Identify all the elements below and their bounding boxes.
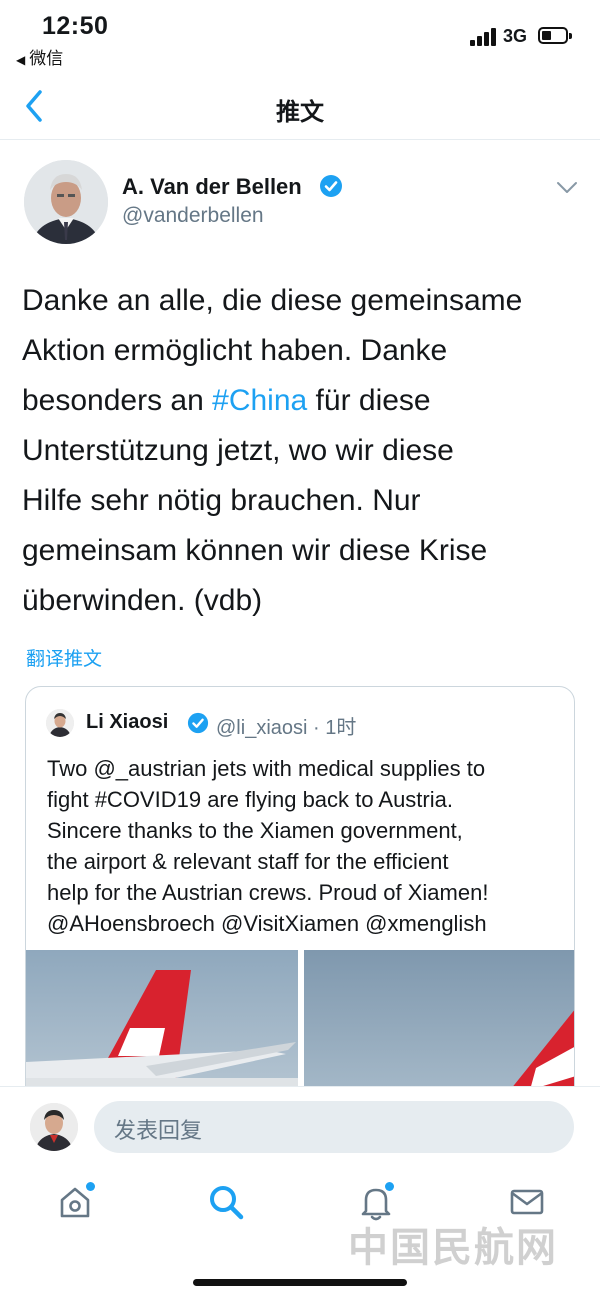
quoted-line: Two @_austrian jets with medical supplie… <box>47 756 486 781</box>
watermark: 中国民航网 <box>348 1226 558 1270</box>
navigation-bar: 推文 <box>0 72 600 140</box>
quoted-handle-time: @li_xiaosi · 1时 <box>216 717 357 739</box>
tweet-line: Unterstützung jetzt, wo wir diese <box>22 434 454 467</box>
search-icon <box>210 1186 244 1220</box>
author-name[interactable]: A. Van der Bellen <box>122 174 302 200</box>
back-triangle-icon: ◀ <box>16 53 26 67</box>
quoted-author-avatar <box>46 709 74 737</box>
notifications-dot <box>385 1182 394 1191</box>
tweet-text: Danke an alle, die diese gemeinsame Akti… <box>22 276 582 626</box>
tweet-line: Aktion ermöglicht haben. Danke <box>22 334 448 367</box>
signal-icon <box>470 28 498 46</box>
quoted-photo-aircraft-tail-1[interactable] <box>26 950 298 1105</box>
back-app-label: 微信 <box>29 49 64 68</box>
home-indicator <box>193 1279 407 1286</box>
quoted-tweet-text: Two @_austrian jets with medical supplie… <box>47 753 567 939</box>
quoted-line: help for the Austrian crews. Proud of Xi… <box>47 880 489 905</box>
quoted-tweet-card[interactable]: Li Xiaosi @li_xiaosi · 1时 Two @_austrian… <box>25 686 575 1106</box>
quoted-photo-aircraft-tail-2[interactable] <box>304 950 574 1105</box>
translate-tweet-link[interactable]: 翻译推文 <box>26 644 102 671</box>
user-avatar <box>30 1103 78 1151</box>
quoted-line: fight #COVID19 are flying back to Austri… <box>47 787 453 812</box>
tweet-line: Danke an alle, die diese gemeinsame <box>22 284 523 317</box>
hashtag-link[interactable]: #China <box>212 384 307 417</box>
tab-home[interactable] <box>53 1180 97 1224</box>
status-bar: 12:50 ◀ 微信 3G <box>0 0 600 72</box>
tweet-line: gemeinsam können wir diese Krise <box>22 534 488 567</box>
home-notification-dot <box>86 1182 95 1191</box>
status-time: 12:50 <box>42 12 109 40</box>
tweet-line: besonders an #China für diese <box>22 384 431 417</box>
chevron-down-icon[interactable] <box>556 180 578 196</box>
reply-bar: 发表回复 <box>0 1086 600 1168</box>
quoted-line: Sincere thanks to the Xiamen government, <box>47 818 463 843</box>
verified-badge-icon <box>187 712 209 734</box>
tweet-line: Hilfe sehr nötig brauchen. Nur <box>22 484 421 517</box>
page-title: 推文 <box>276 99 324 126</box>
verified-badge-icon <box>320 175 342 197</box>
battery-icon <box>538 27 572 44</box>
reply-input[interactable]: 发表回复 <box>94 1101 574 1153</box>
back-to-app-link[interactable]: ◀ 微信 <box>16 44 63 69</box>
quoted-line: @AHoensbroech @VisitXiamen @xmenglish <box>47 911 487 936</box>
network-type: 3G <box>503 26 528 46</box>
author-avatar[interactable] <box>24 160 108 244</box>
quoted-author-name: Li Xiaosi <box>86 711 169 733</box>
quoted-line: the airport & relevant staff for the eff… <box>47 849 449 874</box>
author-handle: @vanderbellen <box>122 204 264 227</box>
tab-search[interactable] <box>204 1180 248 1224</box>
tweet-line: überwinden. (vdb) <box>22 584 263 617</box>
